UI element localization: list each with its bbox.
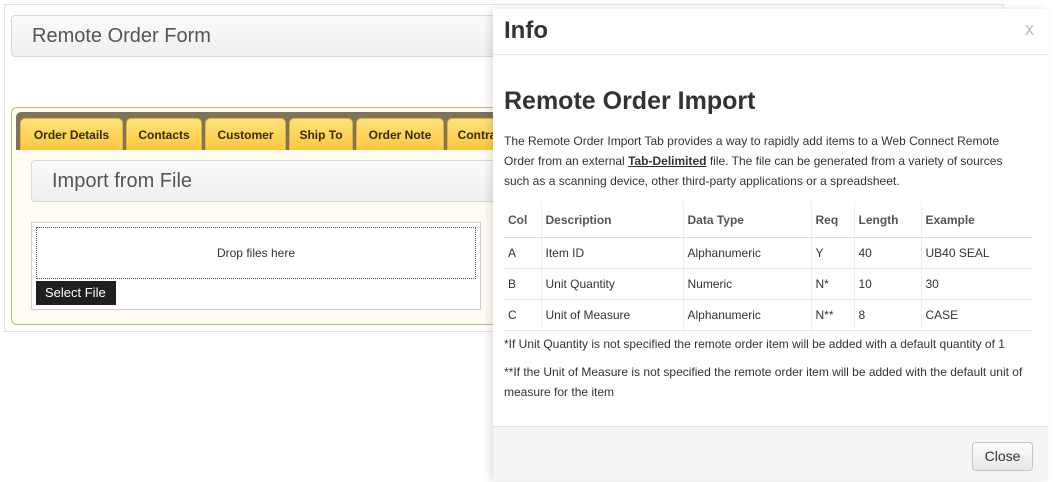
- table-cell: N*: [810, 268, 854, 300]
- tab-strip: Order Details Contacts Customer Ship To …: [16, 112, 576, 150]
- modal-footer: Close: [493, 426, 1048, 480]
- table-cell: CASE: [920, 299, 1032, 331]
- table-cell: 30: [920, 268, 1032, 300]
- col-header-data-type: Data Type: [682, 202, 811, 238]
- tab-customer[interactable]: Customer: [205, 118, 286, 150]
- table-cell: Y: [810, 237, 854, 269]
- table-cell: Unit Quantity: [540, 268, 683, 300]
- close-button[interactable]: Close: [972, 442, 1033, 471]
- table-cell: A: [504, 237, 541, 269]
- import-section-title: Import from File: [52, 170, 193, 192]
- table-header-row: Col Description Data Type Req Length Exa…: [504, 202, 1032, 238]
- select-file-button[interactable]: Select File: [36, 281, 116, 305]
- col-header-example: Example: [920, 202, 1032, 238]
- import-section-header: Import from File: [31, 160, 571, 202]
- import-spec-table: Col Description Data Type Req Length Exa…: [504, 202, 1032, 331]
- table-cell: N**: [810, 299, 854, 331]
- table-row: C Unit of Measure Alphanumeric N** 8 CAS…: [504, 299, 1032, 331]
- footnote-unit-of-measure: **If the Unit of Measure is not specifie…: [504, 365, 1023, 399]
- table-cell: 40: [853, 237, 921, 269]
- table-row: A Item ID Alphanumeric Y 40 UB40 SEAL: [504, 237, 1032, 269]
- footnote-unit-quantity: *If Unit Quantity is not specified the r…: [504, 337, 1005, 351]
- tab-order-note[interactable]: Order Note: [356, 118, 444, 150]
- col-header-description: Description: [540, 202, 683, 238]
- table-cell: B: [504, 268, 541, 300]
- drop-zone[interactable]: Drop files here: [36, 227, 476, 279]
- drop-zone-label: Drop files here: [216, 246, 296, 260]
- table-cell: Alphanumeric: [682, 237, 811, 269]
- table-cell: 8: [853, 299, 921, 331]
- table-cell: Numeric: [682, 268, 811, 300]
- col-header-length: Length: [853, 202, 921, 238]
- table-cell: Unit of Measure: [540, 299, 683, 331]
- table-cell: C: [504, 299, 541, 331]
- info-modal: Info x Remote Order Import The Remote Or…: [493, 9, 1048, 480]
- close-icon[interactable]: x: [1025, 19, 1034, 40]
- form-title: Remote Order Form: [32, 25, 211, 47]
- col-header-req: Req: [810, 202, 854, 238]
- table-cell: UB40 SEAL: [920, 237, 1032, 269]
- modal-heading: Remote Order Import: [504, 87, 756, 115]
- table-row: B Unit Quantity Numeric N* 10 30: [504, 268, 1032, 300]
- modal-title: Info: [504, 17, 548, 44]
- tab-ship-to[interactable]: Ship To: [289, 118, 353, 150]
- tab-contacts[interactable]: Contacts: [126, 118, 202, 150]
- form-header: Remote Order Form: [11, 15, 571, 57]
- table-cell: Item ID: [540, 237, 683, 269]
- tab-order-details[interactable]: Order Details: [20, 118, 123, 150]
- table-cell: Alphanumeric: [682, 299, 811, 331]
- table-cell: 10: [853, 268, 921, 300]
- modal-header: Info x: [493, 9, 1048, 55]
- modal-intro: The Remote Order Import Tab provides a w…: [504, 131, 1029, 191]
- tab-delimited-link[interactable]: Tab-Delimited: [628, 154, 706, 168]
- col-header-col: Col: [504, 202, 541, 238]
